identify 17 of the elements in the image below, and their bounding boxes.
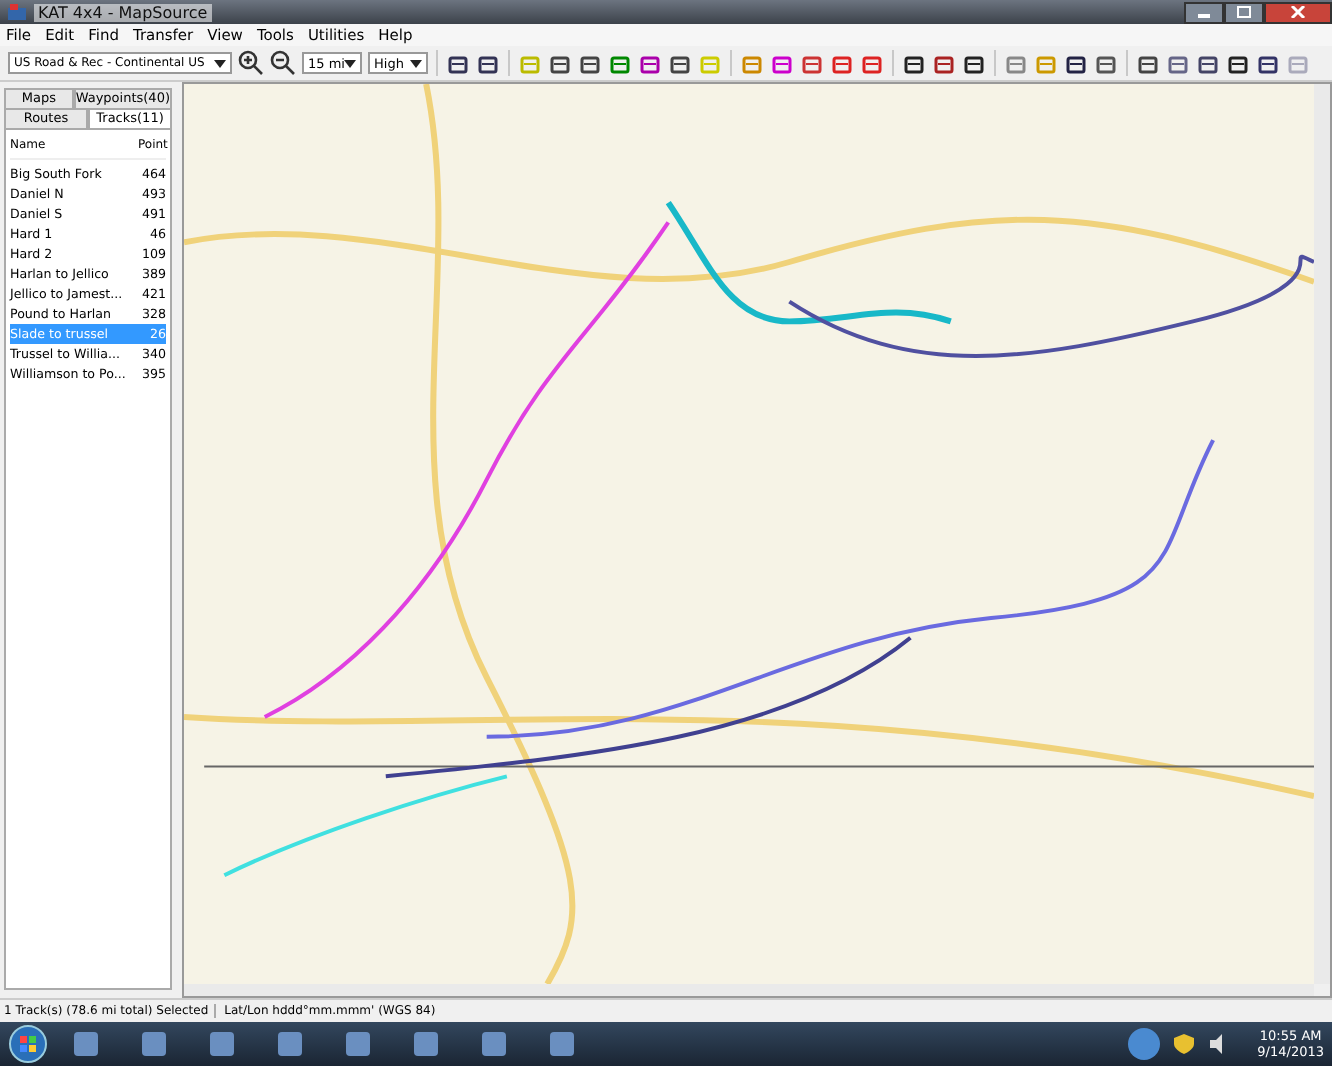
zoom-in-icon[interactable]	[238, 50, 264, 76]
shield-icon[interactable]	[1173, 1034, 1194, 1054]
caret-icon	[214, 59, 226, 67]
caret-icon	[410, 59, 422, 67]
minimize-button[interactable]	[1184, 1, 1224, 23]
close-icon	[1290, 6, 1306, 18]
horizontal-scrollbar[interactable]	[184, 984, 1314, 996]
network-globe-icon[interactable]	[1125, 1026, 1162, 1062]
window-title: KAT 4x4 - MapSource	[34, 3, 212, 21]
maximize-button[interactable]	[1224, 1, 1264, 23]
caret-icon	[344, 59, 356, 67]
start-button[interactable]	[8, 1024, 48, 1064]
close-button[interactable]	[1264, 1, 1332, 23]
zoom-out-icon[interactable]	[270, 50, 296, 76]
maximize-icon	[1236, 6, 1252, 18]
vertical-scrollbar[interactable]	[1314, 84, 1330, 984]
app-icon	[6, 2, 28, 22]
